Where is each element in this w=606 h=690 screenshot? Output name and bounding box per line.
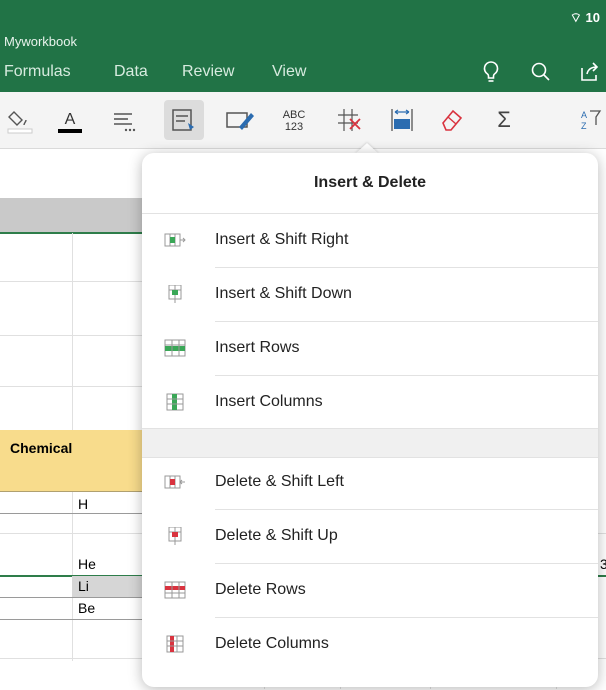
header-cell-text: Chemical [10, 440, 73, 456]
tab-data[interactable]: Data [114, 63, 148, 81]
cell-be[interactable]: Be [78, 600, 95, 616]
delete-columns-icon [166, 635, 184, 653]
sort-z: Z [581, 121, 587, 131]
align-icon[interactable] [104, 100, 144, 140]
tab-review[interactable]: Review [182, 63, 234, 81]
app-header: Myworkbook ⌔ 10 Formulas Data Review Vie… [0, 0, 606, 92]
menu-item-label: Delete Rows [215, 581, 306, 598]
delete-rows-icon [164, 581, 186, 599]
format-painter-icon[interactable] [220, 100, 260, 140]
workbook-title: Myworkbook [4, 34, 77, 49]
menu-item-label: Insert Columns [215, 393, 323, 410]
fill-color-button[interactable] [0, 100, 40, 140]
font-color-button[interactable]: A [50, 100, 90, 140]
menu-item-label: Delete & Shift Left [215, 473, 344, 490]
share-icon[interactable] [578, 60, 602, 89]
cell-li[interactable]: Li [78, 578, 89, 594]
delete-shift-left-icon [164, 475, 185, 489]
number-format-button[interactable]: ABC 123 [274, 100, 314, 140]
sort-a: A [581, 110, 587, 120]
section-divider [142, 428, 598, 458]
menu-item-label: Insert & Shift Down [215, 285, 352, 302]
menu-item-delete-shift-left[interactable]: Delete & Shift Left [142, 456, 598, 510]
menu-item-label: Delete Columns [215, 635, 329, 652]
menu-item-insert-columns[interactable]: Insert Columns [142, 376, 598, 430]
menu-item-label: Insert & Shift Right [215, 231, 349, 248]
insert-rows-icon [164, 339, 186, 357]
cell-he[interactable]: He [78, 556, 96, 572]
insert-shift-down-icon [168, 285, 182, 303]
tab-view[interactable]: View [272, 63, 306, 81]
wifi-icon: ⌔ 10 [569, 10, 600, 25]
font-color-letter: A [65, 111, 76, 128]
number-format-bottom: 123 [285, 121, 303, 133]
ribbon-toolbar: A ABC 123 Σ AZ [0, 92, 606, 149]
menu-item-delete-rows[interactable]: Delete Rows [142, 564, 598, 618]
menu-item-label: Insert Rows [215, 339, 300, 356]
lightbulb-icon[interactable] [482, 60, 500, 89]
wrap-text-icon[interactable] [164, 100, 204, 140]
tab-formulas[interactable]: Formulas [4, 63, 71, 81]
delete-shift-up-icon [168, 527, 182, 545]
number-format-top: ABC [283, 109, 306, 121]
insert-shift-right-icon [164, 233, 186, 247]
menu-item-label: Delete & Shift Up [215, 527, 338, 544]
menu-item-delete-columns[interactable]: Delete Columns [142, 618, 598, 672]
clear-eraser-icon[interactable] [432, 100, 472, 140]
sum-label: Σ [497, 107, 511, 132]
sort-filter-icon[interactable]: AZ [570, 100, 606, 140]
menu-item-delete-shift-up[interactable]: Delete & Shift Up [142, 510, 598, 564]
cell-h[interactable]: H [78, 496, 88, 512]
menu-item-insert-shift-right[interactable]: Insert & Shift Right [142, 214, 598, 268]
cell-edge-digit[interactable]: 3 [600, 556, 606, 572]
column-width-icon[interactable] [382, 100, 422, 140]
popover-title: Insert & Delete [142, 153, 598, 214]
autosum-icon[interactable]: Σ [484, 100, 524, 140]
insert-delete-cells-icon[interactable] [328, 100, 368, 140]
search-icon[interactable] [530, 60, 552, 89]
menu-item-insert-shift-down[interactable]: Insert & Shift Down [142, 268, 598, 322]
battery-level: 10 [585, 10, 600, 25]
menu-item-insert-rows[interactable]: Insert Rows [142, 322, 598, 376]
insert-delete-popover: Insert & Delete Insert & Shift Right Ins… [142, 153, 598, 687]
insert-columns-icon [166, 393, 184, 411]
